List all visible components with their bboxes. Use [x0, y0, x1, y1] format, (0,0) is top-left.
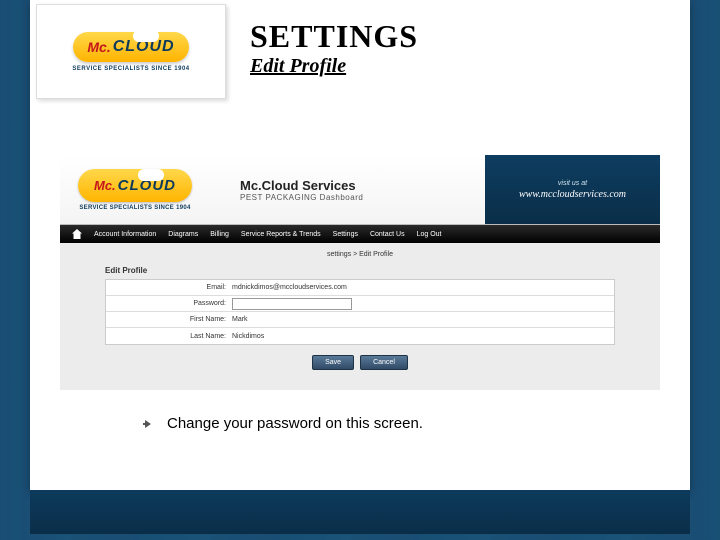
- password-input[interactable]: [232, 298, 352, 310]
- lastname-row: Last Name: Nickdimos: [106, 328, 614, 344]
- app-header: Mc. CLOUD SERVICE SPECIALISTS SINCE 1904…: [60, 155, 660, 225]
- lastname-label: Last Name:: [112, 333, 232, 340]
- breadcrumb: settings > Edit Profile: [105, 251, 615, 258]
- nav-settings[interactable]: Settings: [333, 231, 358, 238]
- app-subtitle: PEST PACKAGING Dashboard: [240, 193, 363, 202]
- logo-tagline: SERVICE SPECIALISTS SINCE 1904: [72, 66, 189, 72]
- app-title: Mc.Cloud Services: [240, 178, 363, 193]
- arrow-icon: [145, 420, 151, 428]
- form-buttons: Save Cancel: [105, 355, 615, 370]
- home-icon[interactable]: [72, 229, 82, 239]
- bullet-text: Change your password on this screen.: [167, 415, 423, 432]
- email-label: Email:: [112, 284, 232, 291]
- firstname-row: First Name: Mark: [106, 312, 614, 328]
- app-logo: Mc. CLOUD SERVICE SPECIALISTS SINCE 1904: [78, 169, 192, 211]
- bullet-point: Change your password on this screen.: [145, 415, 423, 432]
- app-logo-tagline: SERVICE SPECIALISTS SINCE 1904: [79, 205, 190, 211]
- nav-billing[interactable]: Billing: [210, 231, 229, 238]
- page-subtitle: Edit Profile: [250, 55, 418, 78]
- cloud-icon: [138, 169, 164, 181]
- firstname-label: First Name:: [112, 316, 232, 323]
- site-url: www.mccloudservices.com: [519, 189, 626, 200]
- panel-title: Edit Profile: [105, 266, 615, 275]
- edit-profile-form: Email: mdnickdimos@mccloudservices.com P…: [105, 279, 615, 345]
- slide-panel: Mc. CLOUD SERVICE SPECIALISTS SINCE 1904…: [30, 0, 690, 490]
- lastname-value: Nickdimos: [232, 333, 264, 340]
- app-header-right: visit us at www.mccloudservices.com: [485, 155, 660, 224]
- firstname-value: Mark: [232, 316, 248, 323]
- app-screenshot: Mc. CLOUD SERVICE SPECIALISTS SINCE 1904…: [60, 155, 660, 390]
- slide-heading: SETTINGS Edit Profile: [250, 18, 418, 78]
- cancel-button[interactable]: Cancel: [360, 355, 408, 370]
- visit-label: visit us at: [558, 180, 587, 187]
- password-row: Password:: [106, 296, 614, 312]
- nav-account[interactable]: Account Information: [94, 231, 156, 238]
- email-value: mdnickdimos@mccloudservices.com: [232, 284, 347, 291]
- nav-reports[interactable]: Service Reports & Trends: [241, 231, 321, 238]
- app-title-block: Mc.Cloud Services PEST PACKAGING Dashboa…: [240, 178, 363, 202]
- app-body: settings > Edit Profile Edit Profile Ema…: [60, 243, 660, 380]
- nav-diagrams[interactable]: Diagrams: [168, 231, 198, 238]
- email-row: Email: mdnickdimos@mccloudservices.com: [106, 280, 614, 296]
- password-label: Password:: [112, 300, 232, 307]
- slide-footer: [30, 490, 690, 534]
- logo-card: Mc. CLOUD SERVICE SPECIALISTS SINCE 1904: [36, 4, 226, 99]
- nav-logout[interactable]: Log Out: [417, 231, 442, 238]
- logo-pill: Mc. CLOUD: [73, 32, 188, 62]
- page-title: SETTINGS: [250, 18, 418, 55]
- cloud-icon: [133, 30, 159, 42]
- app-logo-prefix: Mc.: [94, 178, 116, 193]
- save-button[interactable]: Save: [312, 355, 354, 370]
- logo-prefix: Mc.: [87, 39, 110, 55]
- nav-contact[interactable]: Contact Us: [370, 231, 405, 238]
- app-nav: Account Information Diagrams Billing Ser…: [60, 225, 660, 243]
